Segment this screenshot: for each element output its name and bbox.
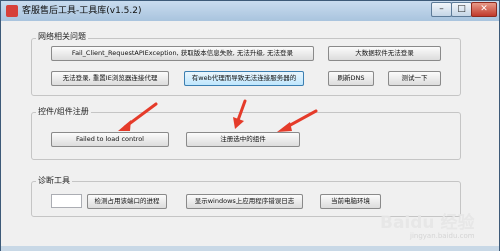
arrow-1-head: [118, 120, 131, 131]
watermark-brand: Baidu 经验: [380, 213, 475, 233]
arrow-3-head: [277, 122, 292, 132]
watermark-url: jingyan.baidu.com: [410, 232, 475, 240]
